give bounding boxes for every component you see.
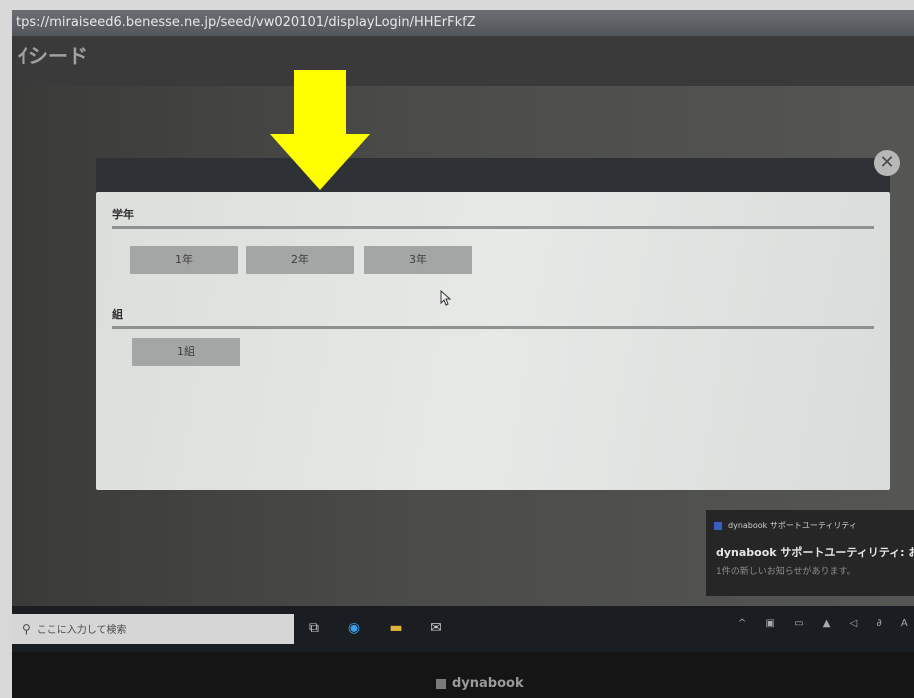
grade-button-1[interactable]: 1年	[130, 246, 238, 274]
toast-notification[interactable]: dynabook サポートユーティリティ dynabook サポートユーティリテ…	[706, 510, 914, 596]
grade-button-2[interactable]: 2年	[246, 246, 354, 274]
mail-icon[interactable]: ✉	[424, 616, 448, 640]
url-text: tps://miraiseed6.benesse.ne.jp/seed/vw02…	[16, 15, 476, 30]
taskbar-search[interactable]: ⚲ ここに入力して検索	[12, 614, 294, 644]
modal-header	[96, 158, 890, 194]
brand-name: dynabook	[452, 676, 524, 691]
notification-title: dynabook サポートユーティリティ: お知らせ	[716, 546, 914, 559]
app-icon	[714, 521, 722, 530]
edge-icon[interactable]: ◉	[342, 616, 366, 640]
class-divider	[112, 326, 874, 329]
mouse-cursor-icon	[440, 290, 452, 306]
taskbar: ⚲ ここに入力して検索 ⧉ ◉ ▬ ✉ ^ ▣ ▭ ▲ ◁ ∂ A	[12, 606, 914, 652]
close-button[interactable]: ✕	[874, 150, 900, 176]
notification-app-name: dynabook サポートユーティリティ	[728, 521, 857, 530]
search-icon: ⚲	[22, 622, 31, 636]
app-logo: ｲシード	[18, 44, 88, 68]
task-view-icon[interactable]: ⧉	[302, 616, 326, 640]
class-button-1[interactable]: 1組	[132, 338, 240, 366]
file-explorer-icon[interactable]: ▬	[384, 616, 408, 640]
search-placeholder: ここに入力して検索	[36, 625, 127, 636]
notification-app-row: dynabook サポートユーティリティ	[714, 520, 857, 531]
laptop-bezel: dynabook	[12, 652, 914, 698]
brand-mark-icon	[436, 678, 446, 689]
grade-section-label: 学年	[112, 208, 134, 221]
down-arrow-icon	[270, 70, 370, 190]
brand-logo: dynabook	[436, 676, 524, 691]
selection-modal: 学年 1年 2年 3年 組 1組	[96, 192, 890, 490]
photo-frame: tps://miraiseed6.benesse.ne.jp/seed/vw02…	[12, 10, 914, 698]
system-tray[interactable]: ^ ▣ ▭ ▲ ◁ ∂ A	[738, 618, 914, 629]
app-header: ｲシード	[12, 36, 914, 86]
grade-divider	[112, 226, 874, 229]
notification-body: 1件の新しいお知らせがあります。	[716, 567, 856, 577]
grade-button-3[interactable]: 3年	[364, 246, 472, 274]
address-bar[interactable]: tps://miraiseed6.benesse.ne.jp/seed/vw02…	[12, 10, 914, 36]
class-section-label: 組	[112, 308, 123, 321]
